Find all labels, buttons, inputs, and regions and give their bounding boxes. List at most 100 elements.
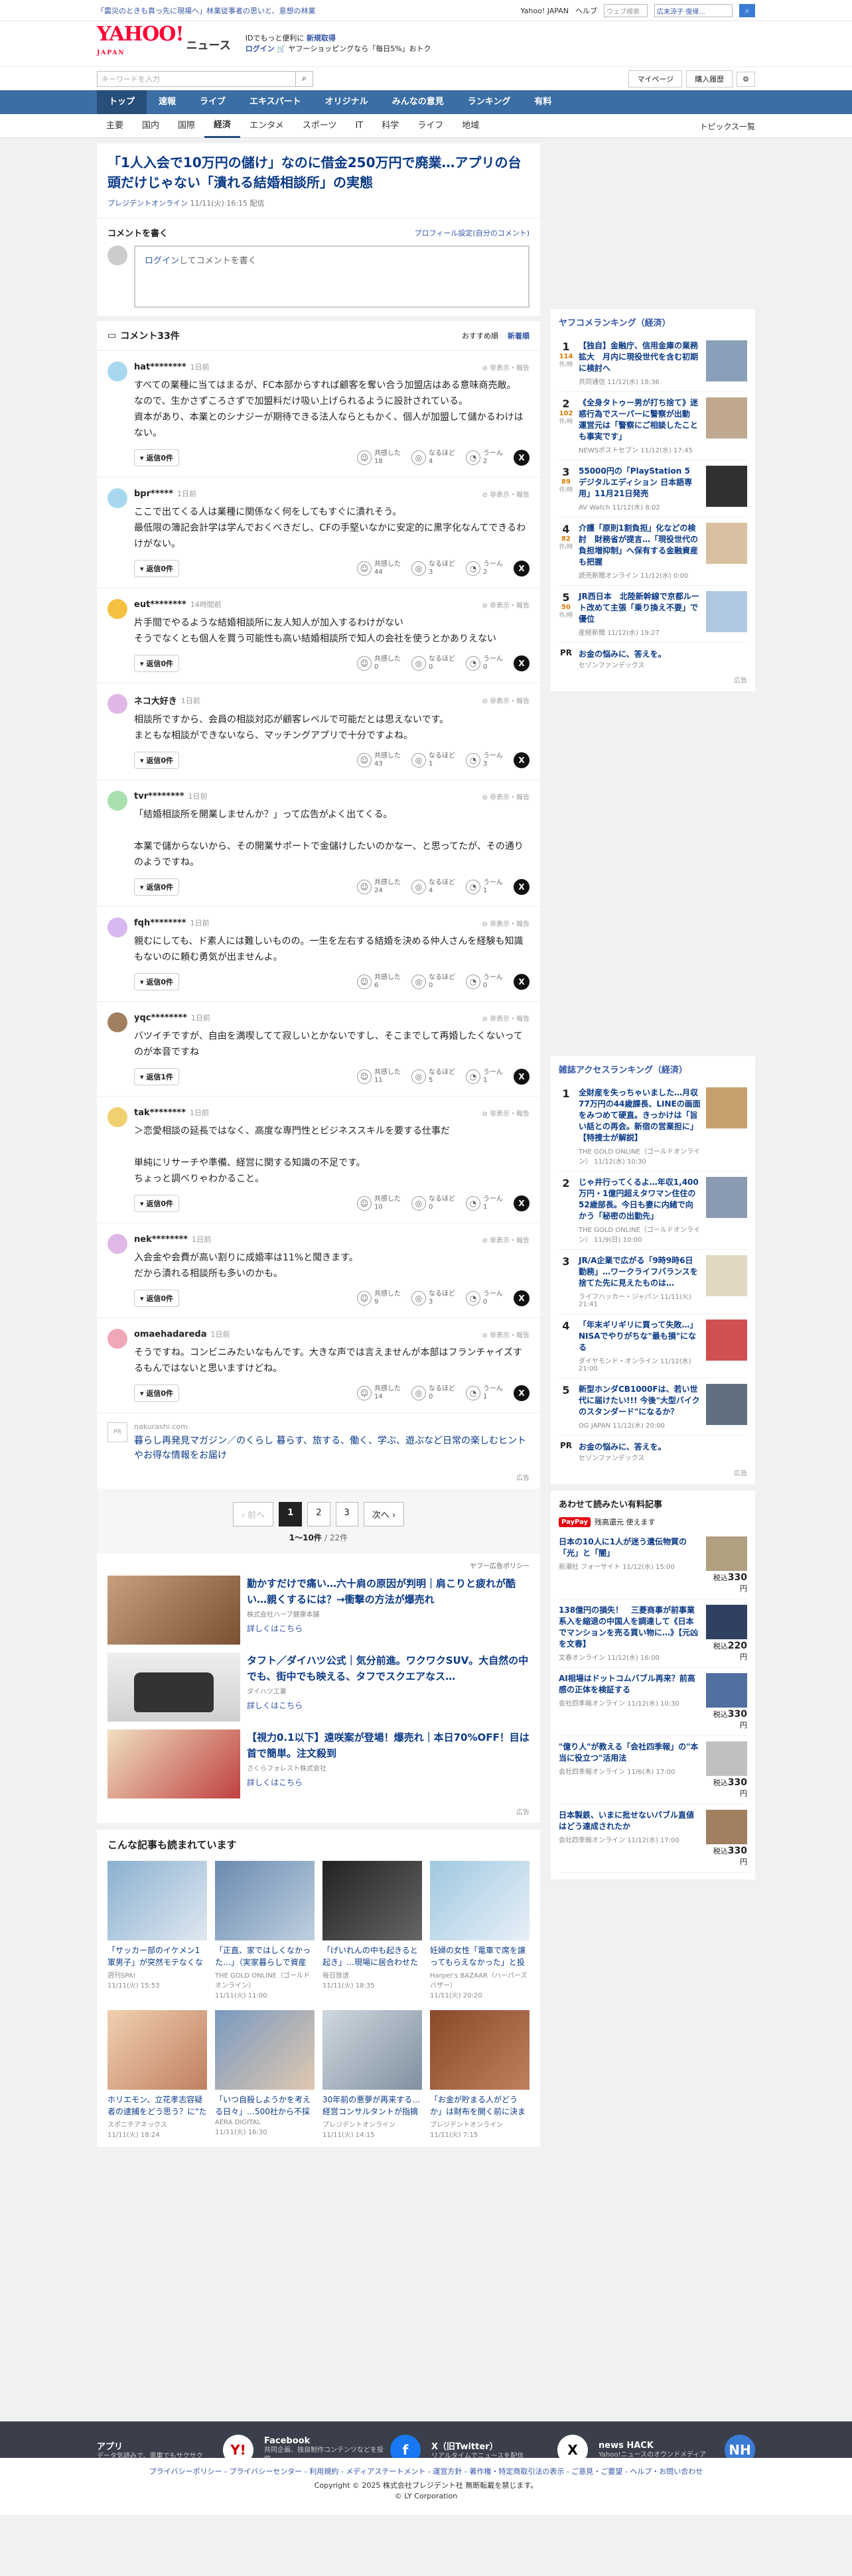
paid-thumbnail[interactable] [706, 1673, 747, 1708]
page-2-button[interactable]: 2 [307, 1502, 330, 1526]
reaction-hmm[interactable]: ◔ うーん 0 [466, 655, 503, 671]
footer-app-title[interactable]: news HACK [599, 2441, 706, 2451]
reaction-empathy[interactable]: ☺ 共感した 18 [357, 450, 401, 466]
read-title[interactable]: 「サッカー部のイケメン1軍男子」が突然モテなくなったワケ、「… [107, 1944, 207, 1968]
comment-user[interactable]: tak******** [134, 1108, 186, 1118]
read-item[interactable]: 30年前の悪夢が再来する…経営コンサルタントが指摘する「サナ… プレジデントオンラ… [322, 2010, 422, 2139]
magazine-item[interactable]: 2 じゃ井行ってくるよ…年収1,400万円・1億円超えタワマン住住の52歳部長。今… [559, 1172, 747, 1250]
paid-thumbnail[interactable] [706, 1741, 747, 1776]
magazine-title[interactable]: 全財産を失っちゃいました…月収77万円の44歳課長、LINEの画面をみつめて硬直… [579, 1087, 701, 1144]
gnav-item[interactable]: オリジナル [313, 90, 380, 114]
yahoo-logo[interactable]: YAHOO! JAPAN [97, 25, 184, 63]
ranking-thumbnail[interactable] [706, 340, 747, 381]
paid-item[interactable]: AI相場はドットコムバブル再来？前高感の正体を検証する 会社四季報オンライン 11… [559, 1668, 747, 1736]
ranking-title[interactable]: 55000円の「PlayStation 5 デジタルエディション 日本語専用」1… [579, 466, 701, 500]
reaction-hmm[interactable]: ◔ うーん 3 [466, 752, 503, 768]
comment-user[interactable]: nek******** [134, 1235, 188, 1245]
footer-app-title[interactable]: Facebook [264, 2436, 384, 2446]
reply-button[interactable]: ▾ 返信0件 [134, 1385, 180, 1402]
read-item[interactable]: 「げいれんの中も起きると起き」…現場に居合わせた友人が証言… 毎日放送 11/11(… [322, 1861, 422, 2000]
ranking-title[interactable]: 《全身タトゥー男が打ち捨て》迷惑行為でスーパーに警察が出動 運営元は「警察にご相… [579, 397, 701, 442]
next-page-button[interactable]: 次へ › [363, 1502, 405, 1526]
page-3-button[interactable]: 3 [335, 1502, 358, 1526]
x-share-icon[interactable]: X [514, 879, 530, 895]
read-item[interactable]: 「お金が貯まる人がどうか」は財布を開く前に決まっている…お… プレジデントオンライ… [430, 2010, 530, 2139]
hide-report-link[interactable]: ⊘ 非表示・報告 [482, 1235, 530, 1245]
comment-user[interactable]: omaehadareda [134, 1329, 206, 1339]
reply-button[interactable]: ▾ 返信1件 [134, 1068, 180, 1085]
page-1-button[interactable]: 1 [279, 1502, 303, 1526]
paid-title[interactable]: 日本製鉄、いまに批せないバブル直値はどう達成されたか [559, 1810, 701, 1832]
read-item[interactable]: 「サッカー部のイケメン1軍男子」が突然モテなくなったワケ、「… 週刊SPA! 11/… [107, 1861, 207, 2000]
ranking-thumbnail[interactable] [706, 466, 747, 507]
x-share-icon[interactable]: X [514, 1069, 530, 1085]
reaction-empathy[interactable]: ☺ 共感した 10 [357, 1195, 401, 1211]
prev-page-button[interactable]: ‹ 前へ [232, 1502, 274, 1526]
x-share-icon[interactable]: X [514, 1385, 530, 1401]
hide-report-link[interactable]: ⊘ 非表示・報告 [482, 489, 530, 499]
ad-image[interactable] [107, 1576, 240, 1645]
reaction-hmm[interactable]: ◔ うーん 1 [466, 1195, 503, 1211]
search-suggest[interactable]: 広末涼子 復帰... [654, 4, 733, 17]
read-thumbnail[interactable] [107, 2010, 207, 2090]
read-item[interactable]: ホリエモン、立花孝志容疑者の逮捕をどう思う？に"たった一言"… スポニチアネックス… [107, 2010, 207, 2139]
snav-item[interactable]: 主要 [97, 114, 133, 138]
ad-image[interactable] [107, 1729, 240, 1798]
read-thumbnail[interactable] [430, 1861, 530, 1940]
reaction-hmm[interactable]: ◔ うーん 1 [466, 1385, 503, 1401]
x-share-icon[interactable]: X [514, 655, 530, 671]
ad-more-link[interactable]: 詳しくはこちら [247, 1700, 530, 1711]
magazine-title[interactable]: JR/A企業で広がる「9時9時6日勤務」…ワークライフバランスを捨てた先に見えた… [579, 1255, 701, 1289]
snav-item[interactable]: IT [346, 114, 372, 138]
read-thumbnail[interactable] [107, 1861, 207, 1940]
ranking-item[interactable]: 5 50 件/時 JR西日本 北陸新幹線で京都ルート改めて主張「乗り換え不要」で優位産… [559, 586, 747, 643]
ad-item[interactable]: 勤かすだけで痛い…六十肩の原因が判明｜肩こりと疲れが酷い…親くするには？→衝撃の… [107, 1576, 530, 1645]
snav-item[interactable]: 経済 [204, 114, 241, 138]
reaction-empathy[interactable]: ☺ 共感した 0 [357, 655, 401, 671]
web-search-input[interactable]: ウェブ検索 [604, 4, 648, 17]
history-button[interactable]: 購入履歴 [686, 70, 733, 88]
reaction-insight[interactable]: ◎ なるほど 0 [411, 655, 455, 671]
magazine-item[interactable]: 1 全財産を失っちゃいました…月収77万円の44歳課長、LINEの画面をみつめて硬… [559, 1082, 747, 1172]
magazine-thumbnail[interactable] [706, 1255, 747, 1296]
reaction-insight[interactable]: ◎ なるほど 4 [411, 879, 455, 895]
hide-report-link[interactable]: ⊘ 非表示・報告 [482, 1329, 530, 1339]
ad-more-link[interactable]: 詳しくはこちら [247, 1777, 530, 1788]
reaction-hmm[interactable]: ◔ うーん 0 [466, 1290, 503, 1306]
reply-button[interactable]: ▾ 返信0件 [134, 973, 180, 990]
keyword-input[interactable]: キーワードを入力 [97, 71, 296, 87]
magazine-title[interactable]: 新型ホンダCB1000Fは、若い世代に届けたい!!! 今後"大型バイクのスタンダ… [579, 1384, 701, 1418]
hide-report-link[interactable]: ⊘ 非表示・報告 [482, 600, 530, 610]
x-share-icon[interactable]: X [514, 450, 530, 466]
gnav-item[interactable]: ライブ [188, 90, 238, 114]
read-thumbnail[interactable] [215, 2010, 315, 2090]
reaction-empathy[interactable]: ☺ 共感した 44 [357, 561, 401, 576]
reply-button[interactable]: ▾ 返信0件 [134, 655, 180, 672]
read-thumbnail[interactable] [322, 2010, 422, 2090]
ad-headline[interactable]: 勤かすだけで痛い…六十肩の原因が判明｜肩こりと疲れが酷い…親くするには？→衝撃の… [247, 1576, 530, 1607]
reply-button[interactable]: ▾ 返信0件 [134, 449, 180, 466]
ranking-item[interactable]: 2 102 件/時 《全身タトゥー男が打ち捨て》迷惑行為でスーパーに警察が出動 運営元… [559, 392, 747, 460]
comment-user[interactable]: fqh******** [134, 918, 186, 928]
read-thumbnail[interactable] [322, 1861, 422, 1940]
ranking-thumbnail[interactable] [706, 397, 747, 439]
snav-item[interactable]: エンタメ [240, 114, 293, 138]
reply-button[interactable]: ▾ 返信0件 [134, 1290, 180, 1307]
paid-thumbnail[interactable] [706, 1536, 747, 1571]
help-link[interactable]: ヘルプ [575, 5, 597, 16]
ranking-thumbnail[interactable] [706, 591, 747, 632]
reaction-insight[interactable]: ◎ なるほど 0 [411, 974, 455, 990]
paid-item[interactable]: "億り人"が教える「会社四季報」の"本当に役立つ"活用法 会社四季報オンライン 1… [559, 1736, 747, 1804]
read-item[interactable]: 「正直、家ではしくなかった…」（実家暮らしで資産4,000万円送… THE GOL… [215, 1861, 315, 2000]
reaction-hmm[interactable]: ◔ うーん 1 [466, 879, 503, 895]
hide-report-link[interactable]: ⊘ 非表示・報告 [482, 918, 530, 928]
article-title[interactable]: 「1人入会で10万円の儲け」なのに借金250万円で廃業…アプリの台頭だけじゃない… [107, 153, 530, 192]
search-icon[interactable]: ⌕ [739, 4, 755, 17]
comment-input[interactable]: ログインしてコメントを書く [134, 245, 530, 308]
snav-item[interactable]: 国内 [133, 114, 169, 138]
search-icon[interactable]: ⌕ [296, 71, 313, 87]
comment-user[interactable]: ネコ大好き [134, 694, 177, 707]
hide-report-link[interactable]: ⊘ 非表示・報告 [482, 1013, 530, 1023]
ad-link[interactable]: PR nakurashi.com 暮らし再発見マガジン／のくらし 暮らす、旅する、… [97, 1412, 540, 1472]
reaction-insight[interactable]: ◎ なるほど 3 [411, 561, 455, 576]
